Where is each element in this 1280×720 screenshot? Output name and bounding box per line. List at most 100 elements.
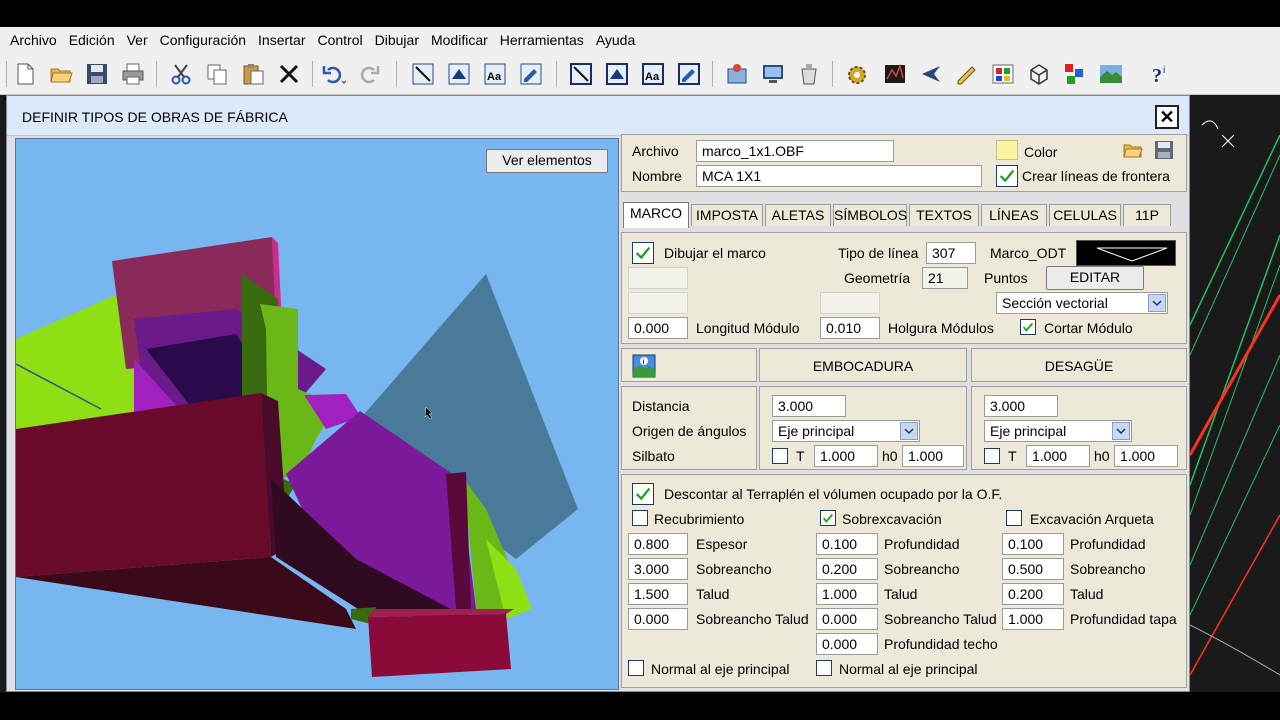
recubrimiento-normal-checkbox[interactable] bbox=[628, 660, 644, 676]
sobrexcavacion-profundidad-techo-input[interactable]: 0.000 bbox=[816, 633, 878, 655]
nombre-input[interactable]: MCA 1X1 bbox=[696, 165, 982, 187]
crear-lineas-checkbox[interactable] bbox=[996, 165, 1018, 187]
menu-archivo[interactable]: Archivo bbox=[4, 32, 63, 48]
disabled-field-1 bbox=[628, 267, 688, 289]
layer-line-icon[interactable] bbox=[568, 61, 594, 87]
menu-herramientas[interactable]: Herramientas bbox=[494, 32, 590, 48]
recubrimiento-talud-input[interactable]: 1.500 bbox=[628, 583, 688, 605]
arqueta-profundidad-input[interactable]: 0.100 bbox=[1002, 533, 1064, 555]
copy-icon[interactable] bbox=[204, 61, 230, 87]
new-file-icon[interactable] bbox=[12, 61, 38, 87]
seccion-select[interactable]: Sección vectorial bbox=[996, 292, 1168, 314]
palette-icon[interactable] bbox=[990, 61, 1016, 87]
save-icon[interactable] bbox=[84, 61, 110, 87]
bucket-icon[interactable] bbox=[796, 61, 822, 87]
sobrexcavacion-sobreancho-talud-input[interactable]: 0.000 bbox=[816, 608, 878, 630]
layer-fill-icon[interactable] bbox=[604, 61, 630, 87]
chevron-down-icon bbox=[900, 422, 918, 440]
desague-h0-input[interactable]: 1.000 bbox=[1114, 445, 1178, 467]
recubrimiento-sobreancho-input[interactable]: 3.000 bbox=[628, 558, 688, 580]
excavacion-arqueta-checkbox[interactable] bbox=[1006, 510, 1022, 526]
open-folder-icon[interactable] bbox=[1122, 139, 1144, 161]
desague-t-input[interactable]: 1.000 bbox=[1026, 445, 1090, 467]
measure-icon[interactable] bbox=[724, 61, 750, 87]
dibujar-marco-checkbox[interactable] bbox=[632, 242, 654, 264]
3d-viewport[interactable]: Ver elementos bbox=[15, 138, 619, 690]
undo-icon[interactable] bbox=[320, 61, 346, 87]
embocadura-silbato-checkbox[interactable] bbox=[772, 448, 788, 464]
color-label: Color bbox=[1024, 144, 1058, 160]
sobrexcavacion-talud-input[interactable]: 1.000 bbox=[816, 583, 878, 605]
sobrexcavacion-sobreancho-input[interactable]: 0.200 bbox=[816, 558, 878, 580]
cut-icon[interactable] bbox=[168, 61, 194, 87]
menu-dibujar[interactable]: Dibujar bbox=[369, 32, 425, 48]
landscape-icon[interactable] bbox=[1098, 61, 1124, 87]
tab-imposta[interactable]: IMPOSTA bbox=[691, 204, 763, 226]
cube-icon[interactable] bbox=[1026, 61, 1052, 87]
menu-insertar[interactable]: Insertar bbox=[252, 32, 311, 48]
tab-aletas[interactable]: ALETAS bbox=[765, 204, 831, 226]
arqueta-sobreancho-input[interactable]: 0.500 bbox=[1002, 558, 1064, 580]
holgura-modulos-input[interactable]: 0.010 bbox=[820, 317, 880, 339]
descontar-checkbox[interactable] bbox=[632, 483, 654, 505]
menu-edicion[interactable]: Edición bbox=[63, 32, 121, 48]
tab-celulas[interactable]: CELULAS bbox=[1049, 204, 1121, 226]
tab-11p[interactable]: 11P bbox=[1123, 204, 1171, 226]
menu-ayuda[interactable]: Ayuda bbox=[590, 32, 641, 48]
view-line-icon[interactable] bbox=[410, 61, 436, 87]
close-button[interactable]: ✕ bbox=[1155, 105, 1179, 129]
menu-ver[interactable]: Ver bbox=[121, 32, 154, 48]
embocadura-t-input[interactable]: 1.000 bbox=[814, 445, 878, 467]
recubrimiento-espesor-input[interactable]: 0.800 bbox=[628, 533, 688, 555]
help-icon[interactable]: ? i bbox=[1148, 61, 1174, 87]
svg-text:Aa: Aa bbox=[645, 71, 660, 83]
view-elements-button[interactable]: Ver elementos bbox=[486, 149, 608, 173]
sobrexcavacion-normal-checkbox[interactable] bbox=[816, 660, 832, 676]
pencil-ruler-icon[interactable] bbox=[954, 61, 980, 87]
layers-icon[interactable] bbox=[1062, 61, 1088, 87]
sobrexcavacion-profundidad-input[interactable]: 0.100 bbox=[816, 533, 878, 555]
view-edit-icon[interactable] bbox=[518, 61, 544, 87]
menu-control[interactable]: Control bbox=[311, 32, 368, 48]
redo-icon[interactable] bbox=[356, 61, 382, 87]
desague-distancia-input[interactable]: 3.000 bbox=[984, 395, 1058, 417]
arrow-pointer-icon[interactable] bbox=[918, 61, 944, 87]
tab-lineas[interactable]: LÍNEAS bbox=[981, 204, 1047, 226]
desague-origen-select[interactable]: Eje principal bbox=[984, 420, 1132, 442]
profile-chart-icon[interactable] bbox=[882, 61, 908, 87]
desague-silbato-checkbox[interactable] bbox=[984, 448, 1000, 464]
recubrimiento-sobreancho-talud-input[interactable]: 0.000 bbox=[628, 608, 688, 630]
gear-icon[interactable] bbox=[844, 61, 870, 87]
color-swatch[interactable] bbox=[996, 140, 1018, 160]
arqueta-profundidad-tapa-input[interactable]: 1.000 bbox=[1002, 608, 1064, 630]
tab-simbolos[interactable]: SÍMBOLOS bbox=[833, 204, 907, 226]
view-fill-icon[interactable] bbox=[446, 61, 472, 87]
print-icon[interactable] bbox=[120, 61, 146, 87]
tipo-linea-input[interactable]: 307 bbox=[926, 242, 976, 264]
save-icon[interactable] bbox=[1153, 139, 1175, 161]
line-style-preview[interactable] bbox=[1076, 240, 1176, 266]
menu-configuracion[interactable]: Configuración bbox=[154, 32, 252, 48]
arqueta-talud-input[interactable]: 0.200 bbox=[1002, 583, 1064, 605]
monitor-icon[interactable] bbox=[760, 61, 786, 87]
layer-text-icon[interactable]: Aa bbox=[640, 61, 666, 87]
menu-modificar[interactable]: Modificar bbox=[425, 32, 494, 48]
tab-textos[interactable]: TEXTOS bbox=[909, 204, 979, 226]
embocadura-origen-select[interactable]: Eje principal bbox=[772, 420, 920, 442]
open-folder-icon[interactable] bbox=[48, 61, 74, 87]
recubrimiento-checkbox[interactable] bbox=[632, 510, 648, 526]
tab-marco[interactable]: MARCO bbox=[623, 202, 689, 228]
delete-icon[interactable] bbox=[276, 61, 302, 87]
paste-icon[interactable] bbox=[240, 61, 266, 87]
archivo-input[interactable]: marco_1x1.OBF bbox=[696, 140, 894, 162]
cortar-modulo-checkbox[interactable] bbox=[1020, 319, 1036, 335]
editar-button[interactable]: EDITAR bbox=[1046, 266, 1144, 290]
geometria-input[interactable]: 21 bbox=[922, 267, 968, 289]
longitud-modulo-input[interactable]: 0.000 bbox=[628, 317, 688, 339]
view-text-icon[interactable]: Aa bbox=[482, 61, 508, 87]
embocadura-distancia-input[interactable]: 3.000 bbox=[772, 395, 846, 417]
embocadura-h0-input[interactable]: 1.000 bbox=[902, 445, 964, 467]
layer-edit-icon[interactable] bbox=[676, 61, 702, 87]
info-landscape-icon[interactable]: i bbox=[632, 354, 656, 378]
sobrexcavacion-checkbox[interactable] bbox=[820, 510, 836, 526]
